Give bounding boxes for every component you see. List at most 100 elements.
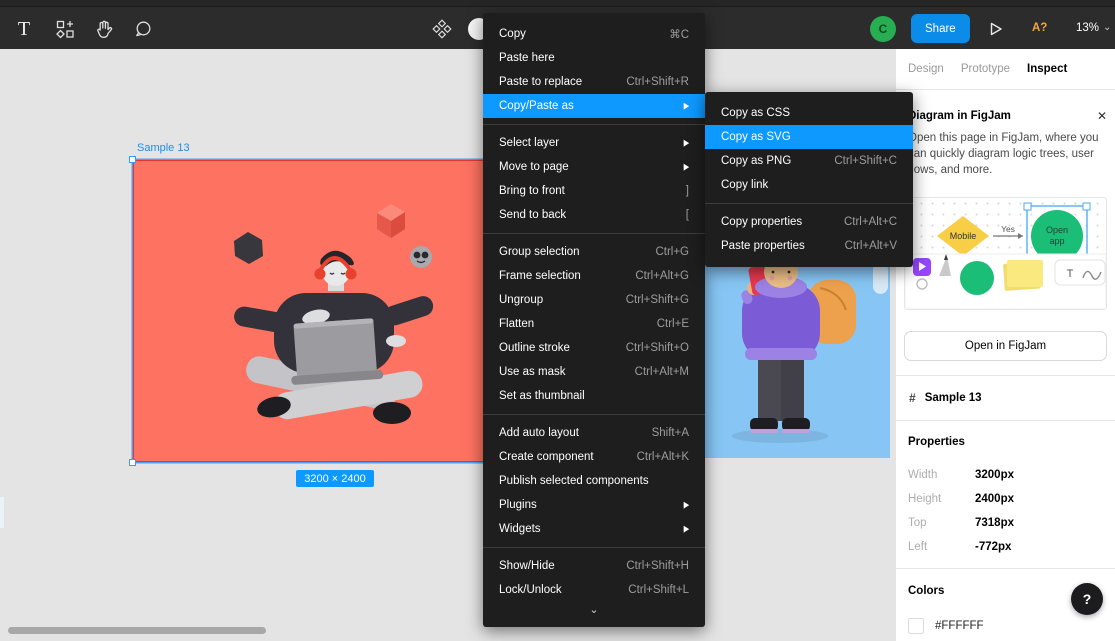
menu-item-label: Set as thumbnail (499, 390, 585, 402)
missing-fonts-badge[interactable]: A? (1032, 22, 1047, 34)
menu-item-label: Copy properties (721, 216, 802, 228)
window-top-edge (0, 0, 1115, 7)
main-menu-button[interactable] (431, 18, 453, 40)
menu-item-flatten[interactable]: Flatten Ctrl+E (483, 312, 705, 336)
panel-divider (896, 375, 1115, 376)
menu-item-label: Frame selection (499, 270, 581, 282)
menu-item-widgets[interactable]: Widgets ▶ (483, 517, 705, 541)
property-width: Width 3200px (908, 463, 1104, 487)
resources-tool-button[interactable] (54, 18, 76, 40)
menu-item-label: Bring to front (499, 185, 565, 197)
selection-handle-bottom-left[interactable] (129, 459, 136, 466)
layer-row-sample-13[interactable]: # Sample 13 (909, 391, 982, 405)
menu-item-label: Outline stroke (499, 342, 570, 354)
menu-item-lock-unlock[interactable]: Lock/Unlock Ctrl+Shift+L (483, 578, 705, 602)
menu-item-set-as-thumbnail[interactable]: Set as thumbnail (483, 384, 705, 408)
property-label: Height (908, 493, 975, 505)
menu-item-ungroup[interactable]: Ungroup Ctrl+Shift+G (483, 288, 705, 312)
text-tool-icon: T (18, 18, 30, 41)
selected-frame-sample-13[interactable] (133, 160, 486, 462)
figma-diamonds-icon (431, 18, 453, 40)
menu-item-label: Add auto layout (499, 427, 579, 439)
help-button[interactable]: ? (1071, 583, 1103, 615)
copy-paste-as-submenu: Copy as CSS Copy as SVG Copy as PNG Ctrl… (705, 92, 913, 267)
menu-item-plugins[interactable]: Plugins ▶ (483, 493, 705, 517)
menu-scroll-chevron[interactable]: ⌄ (483, 602, 705, 618)
canvas-frame-label[interactable]: Sample 13 (137, 142, 190, 154)
menu-item-label: Plugins (499, 499, 537, 511)
menu-item-label: Copy as PNG (721, 155, 791, 167)
menu-item-shortcut: Ctrl+Shift+H (626, 560, 689, 572)
context-menu: Copy ⌘C Paste here Paste to replace Ctrl… (483, 13, 705, 627)
menu-item-label: Use as mask (499, 366, 565, 378)
menu-item-shortcut: Ctrl+Alt+M (635, 366, 689, 378)
hand-tool-icon (94, 19, 114, 39)
menu-item-copy-as-css[interactable]: Copy as CSS (705, 101, 913, 125)
menu-item-paste-to-replace[interactable]: Paste to replace Ctrl+Shift+R (483, 70, 705, 94)
menu-item-use-as-mask[interactable]: Use as mask Ctrl+Alt+M (483, 360, 705, 384)
menu-item-shortcut: [ (686, 209, 689, 221)
menu-item-shortcut: Ctrl+Alt+C (844, 216, 897, 228)
text-tool-button[interactable]: T (13, 18, 35, 40)
hand-tool-button[interactable] (93, 18, 115, 40)
resources-icon (55, 19, 75, 39)
submenu-arrow-icon: ▶ (684, 500, 689, 510)
tab-inspect[interactable]: Inspect (1027, 63, 1067, 75)
svg-text:T: T (1067, 268, 1074, 280)
menu-item-paste-properties[interactable]: Paste properties Ctrl+Alt+V (705, 234, 913, 258)
svg-text:Mobile: Mobile (950, 231, 977, 241)
menu-item-create-component[interactable]: Create component Ctrl+Alt+K (483, 445, 705, 469)
avatar[interactable]: C (870, 16, 896, 42)
menu-item-group-selection[interactable]: Group selection Ctrl+G (483, 240, 705, 264)
menu-item-add-auto-layout[interactable]: Add auto layout Shift+A (483, 421, 705, 445)
svg-text:Yes: Yes (1001, 224, 1015, 234)
property-top: Top 7318px (908, 511, 1104, 535)
menu-item-paste-here[interactable]: Paste here (483, 46, 705, 70)
tab-prototype[interactable]: Prototype (961, 63, 1010, 75)
open-in-figjam-button[interactable]: Open in FigJam (904, 331, 1107, 361)
zoom-level-control[interactable]: 13% ⌄ (1076, 22, 1111, 34)
share-button[interactable]: Share (911, 14, 970, 43)
menu-separator (483, 414, 705, 415)
figjam-preview-art: Mobile Yes Open app T (905, 198, 1106, 309)
menu-item-show-hide[interactable]: Show/Hide Ctrl+Shift+H (483, 554, 705, 578)
color-swatch[interactable] (908, 618, 924, 634)
menu-item-copy-properties[interactable]: Copy properties Ctrl+Alt+C (705, 210, 913, 234)
menu-item-label: Show/Hide (499, 560, 555, 572)
horizontal-scrollbar[interactable] (8, 627, 266, 634)
menu-item-label: Paste here (499, 52, 555, 64)
menu-item-copy-link[interactable]: Copy link (705, 173, 913, 197)
submenu-arrow-icon: ▶ (684, 524, 689, 534)
menu-item-select-layer[interactable]: Select layer ▶ (483, 131, 705, 155)
selection-handle-top-left[interactable] (129, 156, 136, 163)
present-button[interactable] (986, 19, 1006, 39)
property-label: Left (908, 541, 975, 553)
menu-separator (483, 124, 705, 125)
play-icon (988, 21, 1004, 37)
menu-item-label: Copy as CSS (721, 107, 790, 119)
menu-item-publish-selected-components[interactable]: Publish selected components (483, 469, 705, 493)
menu-item-frame-selection[interactable]: Frame selection Ctrl+Alt+G (483, 264, 705, 288)
property-value: 7318px (975, 517, 1014, 529)
menu-item-move-to-page[interactable]: Move to page ▶ (483, 155, 705, 179)
color-hex: #FFFFFF (935, 620, 984, 632)
menu-item-label: Widgets (499, 523, 541, 535)
tab-design[interactable]: Design (908, 63, 944, 75)
close-icon[interactable]: ✕ (1097, 110, 1107, 122)
menu-item-outline-stroke[interactable]: Outline stroke Ctrl+Shift+O (483, 336, 705, 360)
menu-item-send-to-back[interactable]: Send to back [ (483, 203, 705, 227)
menu-item-label: Copy/Paste as (499, 100, 574, 112)
menu-item-copy[interactable]: Copy ⌘C (483, 22, 705, 46)
comment-tool-button[interactable] (132, 18, 154, 40)
menu-item-copy-as-png[interactable]: Copy as PNG Ctrl+Shift+C (705, 149, 913, 173)
color-swatch-row: #FFFFFF (908, 618, 984, 634)
layer-name: Sample 13 (925, 392, 982, 404)
submenu-arrow-icon: ▶ (684, 162, 689, 172)
menu-item-bring-to-front[interactable]: Bring to front ] (483, 179, 705, 203)
property-height: Height 2400px (908, 487, 1104, 511)
menu-item-copy-paste-as[interactable]: Copy/Paste as ▶ (483, 94, 705, 118)
menu-item-copy-as-svg[interactable]: Copy as SVG (705, 125, 913, 149)
figjam-preview: Mobile Yes Open app T (904, 197, 1107, 310)
menu-item-shortcut: ] (686, 185, 689, 197)
menu-item-shortcut: Ctrl+Shift+R (626, 76, 689, 88)
